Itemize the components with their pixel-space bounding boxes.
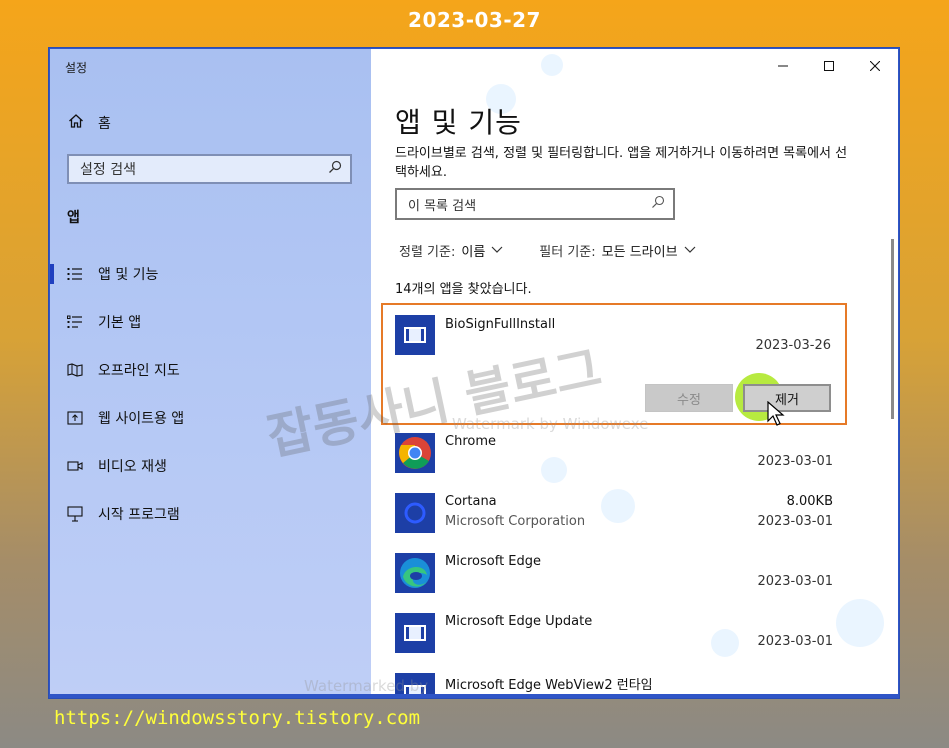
selected-app-item[interactable]: BioSignFullInstall 2023-03-26 수정 제거 xyxy=(381,303,847,426)
chevron-down-icon xyxy=(491,243,503,258)
header-date: 2023-03-27 xyxy=(408,8,541,32)
sidebar-item-label: 비디오 재생 xyxy=(98,459,167,475)
sidebar-item-apps-features[interactable]: 앱 및 기능 xyxy=(50,259,371,289)
sidebar-item-website-apps[interactable]: 웹 사이트용 앱 xyxy=(50,403,371,433)
page-title: 앱 및 기능 xyxy=(395,106,522,139)
chrome-icon xyxy=(395,433,435,473)
filter-label: 필터 기준: xyxy=(539,245,596,260)
sidebar-home[interactable]: 홈 xyxy=(68,113,111,133)
sort-filter-row: 정렬 기준: 이름 필터 기준: 모든 드라이브 xyxy=(399,241,696,260)
apps-found-count: 14개의 앱을 찾았습니다. xyxy=(395,282,532,297)
cortana-icon xyxy=(395,493,435,533)
app-list-search-placeholder: 이 목록 검색 xyxy=(408,198,477,214)
sidebar-item-offline-maps[interactable]: 오프라인 지도 xyxy=(50,355,371,385)
app-name: Microsoft Edge Update xyxy=(445,614,593,629)
filter-value: 모든 드라이브 xyxy=(601,245,678,260)
website-app-icon xyxy=(67,410,83,426)
window-title: 설정 xyxy=(65,61,88,75)
sort-label: 정렬 기준: xyxy=(399,245,456,260)
list-item[interactable]: Microsoft Edge Update 2023-03-01 xyxy=(381,611,841,669)
sort-dropdown[interactable]: 정렬 기준: 이름 xyxy=(399,241,503,260)
app-name: Cortana xyxy=(445,494,497,509)
app-date: 2023-03-01 xyxy=(757,454,833,469)
app-name: Microsoft Edge WebView2 런타임 xyxy=(445,678,653,693)
home-icon xyxy=(68,113,84,133)
app-name: Microsoft Edge xyxy=(445,554,542,569)
app-name: Chrome xyxy=(445,434,496,449)
app-date: 2023-03-01 xyxy=(757,574,833,589)
app-size: 8.00KB xyxy=(786,494,833,509)
edge-icon xyxy=(395,553,435,593)
app-list-search-input[interactable]: 이 목록 검색 xyxy=(395,188,675,220)
list-item[interactable]: Microsoft Edge WebView2 런타임 xyxy=(381,671,841,697)
sidebar-item-video-playback[interactable]: 비디오 재생 xyxy=(50,451,371,481)
maximize-button[interactable] xyxy=(806,49,852,83)
app-publisher: Microsoft Corporation xyxy=(445,514,586,529)
settings-search-placeholder: 설정 검색 xyxy=(80,162,136,178)
sidebar-home-label: 홈 xyxy=(98,116,111,132)
app-name: BioSignFullInstall xyxy=(445,317,556,332)
sidebar-item-label: 시작 프로그램 xyxy=(98,507,180,523)
search-icon xyxy=(328,160,342,178)
sidebar-item-label: 앱 및 기능 xyxy=(98,267,159,283)
map-icon xyxy=(67,362,83,378)
minimize-button[interactable] xyxy=(760,49,806,83)
app-date: 2023-03-01 xyxy=(757,514,833,529)
list-item[interactable]: Chrome 2023-03-01 xyxy=(381,431,841,489)
sidebar-item-default-apps[interactable]: 기본 앱 xyxy=(50,307,371,337)
close-button[interactable] xyxy=(852,49,898,83)
sidebar: 설정 홈 설정 검색 앱 앱 및 기능 기본 앱 오프라인 지도 웹 사이트용 … xyxy=(50,49,371,697)
search-icon xyxy=(651,195,665,213)
sidebar-item-label: 오프라인 지도 xyxy=(98,363,180,379)
chevron-down-icon xyxy=(684,243,696,258)
filter-dropdown[interactable]: 필터 기준: 모든 드라이브 xyxy=(539,241,695,260)
startup-icon xyxy=(67,506,83,522)
video-icon xyxy=(67,458,83,474)
settings-window: 설정 홈 설정 검색 앱 앱 및 기능 기본 앱 오프라인 지도 웹 사이트용 … xyxy=(50,49,898,697)
content-pane: 앱 및 기능 드라이브별로 검색, 정렬 및 필터링합니다. 앱을 제거하거나 … xyxy=(371,49,898,697)
mouse-cursor-icon xyxy=(767,400,785,431)
sidebar-item-label: 기본 앱 xyxy=(98,315,142,331)
modify-button[interactable]: 수정 xyxy=(645,384,733,412)
window-controls xyxy=(760,49,898,83)
sort-value: 이름 xyxy=(461,245,486,260)
scrollbar[interactable] xyxy=(891,239,894,419)
installer-icon xyxy=(395,673,435,697)
sidebar-item-startup[interactable]: 시작 프로그램 xyxy=(50,499,371,529)
apps-list-icon xyxy=(67,266,83,282)
list-item[interactable]: Cortana Microsoft Corporation 8.00KB 202… xyxy=(381,491,841,549)
list-item[interactable]: Microsoft Edge 2023-03-01 xyxy=(381,551,841,609)
installer-icon xyxy=(395,613,435,653)
sidebar-item-label: 웹 사이트용 앱 xyxy=(98,411,185,427)
app-date: 2023-03-01 xyxy=(757,634,833,649)
app-date: 2023-03-26 xyxy=(755,338,831,353)
uninstall-button[interactable]: 제거 xyxy=(743,384,831,412)
settings-search-input[interactable]: 설정 검색 xyxy=(67,154,352,184)
footer-url: https://windowsstory.tistory.com xyxy=(54,707,421,729)
default-apps-icon xyxy=(67,314,83,330)
sidebar-section-label: 앱 xyxy=(67,210,80,226)
installer-icon xyxy=(395,315,435,355)
page-description: 드라이브별로 검색, 정렬 및 필터링합니다. 앱을 제거하거나 이동하려면 목… xyxy=(395,146,848,180)
